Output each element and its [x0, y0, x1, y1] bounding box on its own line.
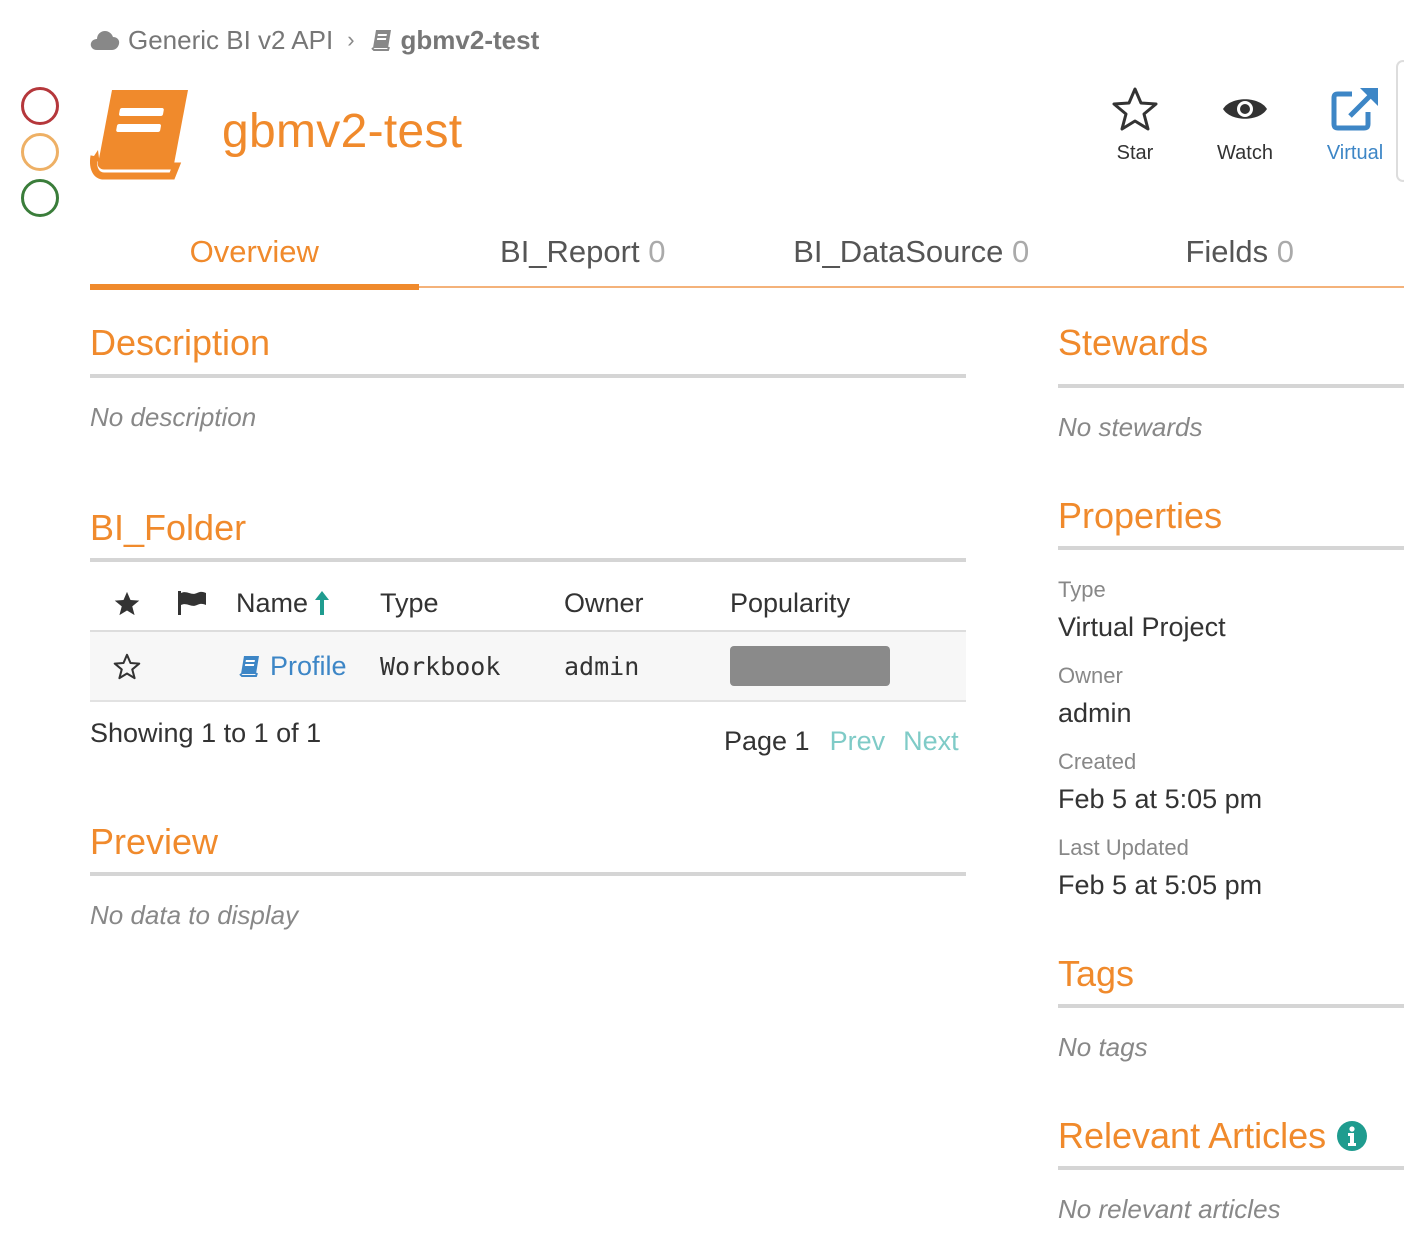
star-button[interactable]: Star — [1080, 84, 1190, 165]
profile-link[interactable]: Profile — [236, 651, 347, 682]
row-owner-cell: admin — [564, 651, 640, 681]
star-label: Star — [1116, 142, 1154, 164]
tab-label: Overview — [189, 234, 319, 269]
virtual-label: Virtual — [1326, 142, 1384, 164]
divider — [1058, 384, 1404, 388]
stewards-empty: No stewards — [1058, 412, 1203, 442]
status-circle-red[interactable] — [21, 87, 59, 125]
type-label: Type — [1058, 577, 1106, 602]
tab-bar: Overview BI_Report 0 BI_DataSource 0 Fie… — [90, 226, 1404, 290]
side-panel-tab[interactable] — [1396, 60, 1404, 182]
properties-heading: Properties — [1058, 495, 1223, 536]
flag-column-header[interactable] — [164, 590, 220, 616]
created-value: Feb 5 at 5:05 pm — [1058, 784, 1263, 814]
table-row: Profile Workbook admin — [90, 632, 966, 702]
tab-count: 0 — [1276, 234, 1295, 269]
status-circle-yellow[interactable] — [21, 133, 59, 171]
divider — [1058, 1004, 1404, 1008]
prev-button[interactable]: Prev — [830, 726, 886, 757]
description-empty: No description — [90, 402, 257, 432]
watch-button[interactable]: Watch — [1190, 84, 1300, 165]
tab-label: BI_Report — [500, 234, 640, 269]
divider — [1058, 1166, 1404, 1170]
profile-link-label: Profile — [270, 650, 347, 681]
created-label: Created — [1058, 749, 1137, 774]
relevant-articles-title: Relevant Articles — [1058, 1115, 1327, 1156]
name-column-header[interactable]: Name — [220, 588, 380, 619]
type-column-header[interactable]: Type — [380, 588, 564, 619]
name-header-label: Name — [236, 587, 309, 618]
cloud-icon — [90, 31, 120, 50]
row-type-cell: Workbook — [380, 651, 501, 681]
star-outline-icon — [113, 653, 141, 679]
owner-column-header[interactable]: Owner — [564, 588, 730, 619]
book-icon — [90, 86, 190, 185]
stewards-heading: Stewards — [1058, 322, 1209, 363]
bi-folder-heading: BI_Folder — [90, 507, 247, 548]
divider — [90, 374, 966, 378]
divider — [90, 558, 966, 562]
flag-icon — [178, 591, 206, 615]
divider — [1058, 546, 1404, 550]
preview-empty: No data to display — [90, 900, 299, 930]
chevron-right-icon: › — [347, 27, 355, 52]
external-link-icon — [1330, 84, 1380, 134]
owner-label: Owner — [1058, 663, 1123, 688]
tags-empty: No tags — [1058, 1032, 1148, 1062]
star-outline-icon — [1111, 84, 1159, 134]
eye-icon — [1221, 84, 1269, 134]
popularity-column-header[interactable]: Popularity — [730, 588, 950, 619]
table-showing-count: Showing 1 to 1 of 1 — [90, 718, 322, 748]
tab-label: BI_DataSource — [793, 234, 1004, 269]
star-column-header[interactable] — [90, 590, 164, 617]
header-actions: Star Watch Virtual — [1080, 84, 1404, 165]
breadcrumb: Generic BI v2 API › gbmv2-test — [90, 22, 539, 58]
tab-overview[interactable]: Overview — [90, 226, 419, 290]
tab-bi-datasource[interactable]: BI_DataSource 0 — [747, 226, 1076, 286]
tab-count: 0 — [1012, 234, 1030, 269]
tab-label: Fields — [1185, 234, 1269, 269]
breadcrumb-current-label: gbmv2-test — [400, 24, 540, 55]
last-updated-label: Last Updated — [1058, 835, 1189, 860]
page-indicator: Page 1 — [724, 726, 810, 756]
row-star-button[interactable] — [90, 653, 164, 680]
book-icon — [370, 30, 391, 51]
divider — [90, 872, 966, 876]
tab-fields[interactable]: Fields 0 — [1076, 226, 1404, 286]
breadcrumb-current: gbmv2-test — [369, 24, 540, 56]
row-name-cell: Profile — [220, 651, 380, 682]
bi-folder-table: Name Type Owner Popularity Profile Workb… — [90, 576, 966, 702]
popularity-bar — [730, 646, 890, 686]
sort-ascending-icon — [315, 591, 330, 615]
relevant-articles-empty: No relevant articles — [1058, 1194, 1281, 1224]
relevant-articles-heading: Relevant Articles — [1058, 1115, 1368, 1157]
star-filled-icon — [114, 591, 140, 615]
tab-count: 0 — [648, 234, 666, 269]
next-button[interactable]: Next — [903, 726, 959, 757]
row-popularity-cell — [730, 646, 950, 686]
status-circle-green[interactable] — [21, 179, 59, 217]
pagination: Page 1 Prev Next — [724, 726, 977, 757]
description-heading: Description — [90, 322, 271, 363]
breadcrumb-parent[interactable]: Generic BI v2 API — [90, 25, 333, 56]
table-header: Name Type Owner Popularity — [90, 576, 966, 632]
last-updated-value: Feb 5 at 5:05 pm — [1058, 870, 1263, 900]
virtual-button[interactable]: Virtual — [1300, 84, 1404, 165]
watch-label: Watch — [1217, 142, 1273, 164]
tags-heading: Tags — [1058, 953, 1135, 994]
book-icon — [239, 656, 259, 677]
tab-bi-report[interactable]: BI_Report 0 — [419, 226, 748, 286]
page-title: gbmv2-test — [222, 105, 463, 158]
owner-value: admin — [1058, 698, 1132, 728]
info-icon[interactable] — [1336, 1120, 1368, 1152]
breadcrumb-parent-label: Generic BI v2 API — [128, 24, 334, 55]
preview-heading: Preview — [90, 821, 219, 862]
type-value: Virtual Project — [1058, 612, 1226, 642]
